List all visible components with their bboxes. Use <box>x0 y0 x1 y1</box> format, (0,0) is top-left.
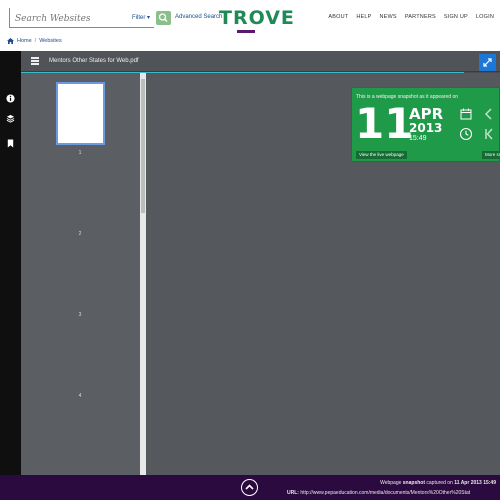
nav-login[interactable]: LOGIN <box>476 14 494 20</box>
snapshot-year: 2013 <box>409 121 443 135</box>
viewer-side-rail <box>0 51 21 475</box>
page: Filter ▾ Advanced Search TROVE ABOUT HEL… <box>0 0 500 500</box>
calendar-icon[interactable] <box>459 107 473 121</box>
capture-date: 11 Apr 2013 15:49 <box>454 480 496 486</box>
nav-sign-up[interactable]: SIGN UP <box>444 14 468 20</box>
logo-underline <box>237 30 255 33</box>
search-button[interactable] <box>156 11 171 25</box>
thumbnail-panel: 1 2 3 4 <box>21 73 140 475</box>
viewer-toolbar: Mentors Other States for Web.pdf <box>21 51 500 72</box>
top-nav: ABOUT HELP NEWS PARTNERS SIGN UP LOGIN <box>328 14 494 20</box>
layers-icon[interactable] <box>6 114 15 123</box>
trove-logo[interactable]: TROVE <box>219 7 295 33</box>
nav-news[interactable]: NEWS <box>380 14 397 20</box>
scrollbar-thumb[interactable] <box>141 79 145 213</box>
document-title: Mentors Other States for Web.pdf <box>49 58 139 64</box>
clock-icon[interactable] <box>459 127 473 141</box>
capture-snapshot-word: snapshot <box>402 480 426 486</box>
page-number-4: 4 <box>78 393 82 399</box>
chevron-up-icon <box>245 484 254 490</box>
page-number-3: 3 <box>78 312 82 318</box>
snapshot-day: 11 <box>355 99 414 148</box>
nav-help[interactable]: HELP <box>356 14 371 20</box>
chevron-left-icon[interactable] <box>482 107 496 121</box>
page-thumbnail[interactable] <box>56 82 105 145</box>
home-icon <box>7 38 14 44</box>
breadcrumb: Home / Websites <box>7 38 62 44</box>
nav-about[interactable]: ABOUT <box>328 14 348 20</box>
breadcrumb-home[interactable]: Home <box>17 38 32 44</box>
url-label: URL: <box>287 490 299 496</box>
breadcrumb-separator: / <box>34 38 37 44</box>
nav-partners[interactable]: PARTNERS <box>405 14 436 20</box>
capture-prefix: Webpage <box>380 480 403 486</box>
page-number-2: 2 <box>78 231 82 237</box>
page-number-1: 1 <box>78 150 82 156</box>
url-info: URL: http://www.pepaeducation.com/media/… <box>287 490 470 496</box>
search-input[interactable] <box>10 10 120 28</box>
first-snapshot-icon[interactable] <box>482 127 496 141</box>
filter-dropdown[interactable]: Filter ▾ <box>132 14 150 21</box>
view-live-webpage-button[interactable]: View the live webpage <box>356 151 407 159</box>
fullscreen-button[interactable] <box>479 54 496 71</box>
info-icon[interactable] <box>6 94 15 103</box>
advanced-search-link[interactable]: Advanced Search <box>175 14 222 20</box>
collapse-button[interactable] <box>241 479 258 496</box>
snapshot-badge: This is a webpage snapshot as it appeare… <box>351 87 500 162</box>
capture-middle: captured on <box>425 480 455 486</box>
snapshot-footer: Webpage snapshot captured on 11 Apr 2013… <box>0 475 500 500</box>
bookmark-icon[interactable] <box>6 139 15 148</box>
menu-icon[interactable] <box>31 57 39 65</box>
logo-text: TROVE <box>219 7 295 29</box>
snapshot-time: 15:49 <box>409 135 427 142</box>
capture-info: Webpage snapshot captured on 11 Apr 2013… <box>380 480 496 486</box>
url-value[interactable]: http://www.pepaeducation.com/media/docum… <box>300 490 470 496</box>
site-header: Filter ▾ Advanced Search TROVE ABOUT HEL… <box>0 0 500 36</box>
search-icon <box>158 13 168 22</box>
more-snapshots-button[interactable]: More sn <box>482 151 500 159</box>
breadcrumb-websites[interactable]: Websites <box>39 38 62 44</box>
expand-icon <box>483 58 492 67</box>
